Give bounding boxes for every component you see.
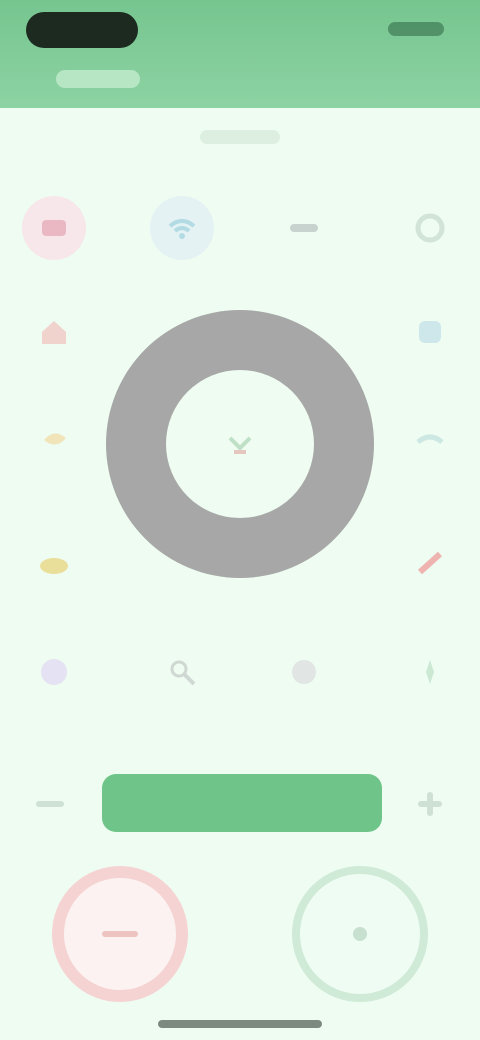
back-button[interactable] [22, 408, 86, 472]
info-icon [416, 434, 444, 445]
favorite-icon [417, 551, 443, 575]
power-icon [102, 931, 138, 937]
direction-pad[interactable] [106, 310, 374, 578]
recent-icon [292, 660, 316, 684]
zoom-out-button[interactable] [30, 792, 70, 816]
home-button[interactable] [22, 300, 86, 364]
zoom-level-bar[interactable] [102, 774, 382, 832]
guide-icon [426, 660, 434, 684]
volume-icon [40, 558, 68, 574]
power-button[interactable] [52, 866, 188, 1002]
device-subtitle [200, 130, 280, 144]
ok-button[interactable] [166, 370, 314, 518]
info-button[interactable] [398, 408, 462, 472]
search-icon [170, 660, 196, 686]
zoom-in-button[interactable] [410, 792, 450, 816]
wifi-icon [168, 219, 196, 239]
guide-button[interactable] [398, 640, 462, 704]
volume-button[interactable] [22, 530, 86, 594]
mute-icon [353, 927, 367, 941]
settings-icon [415, 213, 445, 243]
home-icon [42, 321, 66, 344]
mute-button[interactable] [292, 866, 428, 1002]
app-header [0, 0, 480, 108]
status-bar-time [26, 12, 138, 48]
wifi-button[interactable] [150, 196, 214, 260]
input-source-button[interactable] [22, 196, 86, 260]
recent-button[interactable] [272, 640, 336, 704]
apps-icon [419, 321, 441, 343]
back-icon [44, 433, 66, 445]
favorite-button[interactable] [398, 530, 462, 594]
status-bar-indicators [388, 22, 444, 36]
minus-icon [36, 801, 64, 807]
settings-button[interactable] [398, 196, 462, 260]
menu-button[interactable] [272, 196, 336, 260]
input-source-icon [42, 220, 66, 236]
display-button[interactable] [22, 640, 86, 704]
header-title[interactable] [56, 70, 140, 88]
plus-icon [418, 792, 442, 816]
apps-button[interactable] [398, 300, 462, 364]
ok-icon [228, 436, 252, 454]
search-button[interactable] [150, 640, 214, 704]
menu-icon [290, 224, 318, 232]
zoom-control [0, 774, 480, 832]
display-icon [41, 659, 67, 685]
home-indicator[interactable] [158, 1020, 322, 1028]
